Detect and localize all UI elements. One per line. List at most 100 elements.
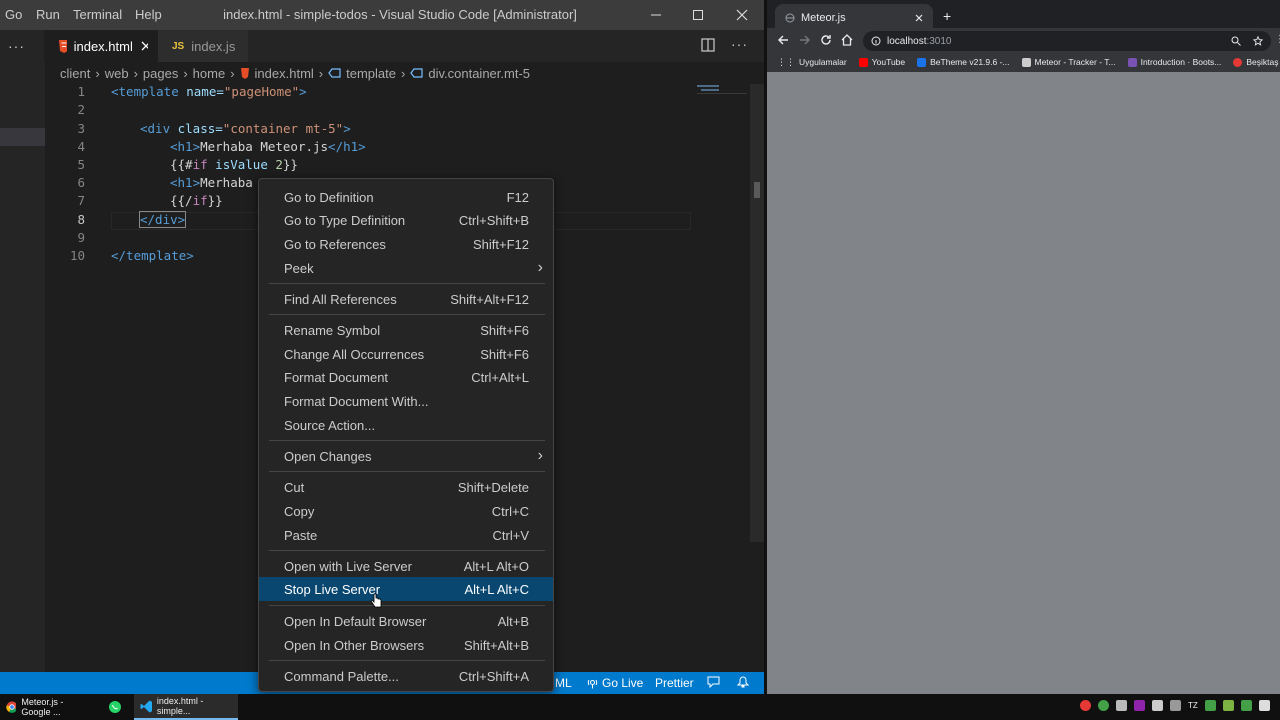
page-viewport[interactable]: [767, 72, 1280, 694]
tray-app-icon[interactable]: [1098, 700, 1109, 711]
menu-item-peek[interactable]: Peek ›: [259, 256, 553, 280]
menu-item-open-in-default-browser[interactable]: Open In Default Browser Alt+B: [259, 609, 553, 633]
close-icon: [736, 9, 748, 21]
new-tab-icon[interactable]: +: [943, 8, 951, 24]
breadcrumb-item[interactable]: index.html: [255, 66, 314, 81]
taskbar-vscode[interactable]: index.html - simple...: [134, 694, 238, 720]
chevron-right-icon: ›: [95, 65, 100, 81]
menu-item-open-with-live-server[interactable]: Open with Live Server Alt+L Alt+O: [259, 554, 553, 578]
tray-app-icon[interactable]: [1134, 700, 1145, 711]
close-tab-icon[interactable]: [141, 41, 148, 51]
menu-item-rename-symbol[interactable]: Rename Symbol Shift+F6: [259, 318, 553, 342]
editor-scrollbar[interactable]: [750, 84, 764, 542]
menu-run[interactable]: Run: [36, 7, 60, 22]
menu-item-command-palette[interactable]: Command Palette... Ctrl+Shift+A: [259, 664, 553, 688]
close-button[interactable]: [720, 0, 764, 30]
menu-item-stop-live-server[interactable]: Stop Live Server Alt+L Alt+C: [259, 577, 553, 601]
menu-terminal[interactable]: Terminal: [73, 7, 122, 22]
tray-app-icon[interactable]: [1222, 700, 1234, 711]
breadcrumb-item[interactable]: template: [346, 66, 396, 81]
menu-item-go-to-type-definition[interactable]: Go to Type Definition Ctrl+Shift+B: [259, 208, 553, 232]
editor-more-icon[interactable]: ···: [731, 36, 748, 52]
bookmark-apps[interactable]: ⋮⋮ Uygulamalar: [777, 57, 847, 68]
go-live-button[interactable]: Go Live: [587, 676, 643, 690]
menu-item-cut[interactable]: Cut Shift+Delete: [259, 475, 553, 499]
tray-app-icon[interactable]: [1204, 700, 1216, 711]
menu-separator: [269, 550, 545, 551]
maximize-button[interactable]: [676, 0, 720, 30]
home-icon[interactable]: [841, 34, 853, 46]
chevron-right-icon: ›: [318, 65, 324, 81]
besiktas-icon: [1233, 57, 1243, 67]
close-tab-icon[interactable]: [915, 14, 923, 22]
tray-app-icon[interactable]: [1170, 700, 1181, 711]
bookmark-betheme[interactable]: BeTheme v21.9.6 -...: [917, 57, 1010, 67]
meteor-icon: [1021, 57, 1031, 67]
tab-label: index.html: [73, 38, 133, 54]
bookmark-besiktas[interactable]: Beşiktaş Servis: [1233, 57, 1280, 67]
minimap[interactable]: [697, 84, 747, 94]
line-number: 4: [77, 139, 85, 154]
menu-item-go-to-definition[interactable]: Go to Definition F12: [259, 185, 553, 209]
breadcrumb-item[interactable]: div.container.mt-5: [428, 66, 530, 81]
menu-kebab-icon[interactable]: ⋮: [1275, 34, 1280, 45]
back-arrow-icon[interactable]: [777, 34, 789, 46]
breadcrumb-item[interactable]: pages: [143, 66, 178, 81]
bookmark-meteor-tracker[interactable]: Meteor - Tracker - T...: [1021, 57, 1116, 67]
breadcrumb-item[interactable]: web: [105, 66, 129, 81]
menu-help[interactable]: Help: [135, 7, 162, 22]
split-editor-icon[interactable]: [701, 38, 715, 55]
menu-separator: [269, 660, 545, 661]
line-number: 1: [77, 84, 85, 99]
breadcrumb: client › web › pages › home › index.html › te…: [60, 62, 530, 84]
minimize-button[interactable]: [634, 0, 678, 30]
bootstrap-icon: [1127, 57, 1137, 67]
taskbar-chrome[interactable]: Meteor.js - Google ...: [0, 694, 100, 720]
search-icon[interactable]: [1231, 36, 1241, 46]
menu-item-source-action[interactable]: Source Action...: [259, 413, 553, 437]
url-port: :3010: [926, 35, 952, 47]
menu-item-format-document[interactable]: Format Document Ctrl+Alt+L: [259, 365, 553, 389]
tab-index-js[interactable]: JS index.js: [158, 30, 248, 62]
menu-item-find-all-references[interactable]: Find All References Shift+Alt+F12: [259, 287, 553, 311]
submenu-arrow-icon: ›: [537, 447, 543, 464]
tray-app-icon[interactable]: [1116, 700, 1127, 711]
code-line: <div class="container mt-5">: [140, 121, 351, 136]
menu-item-open-in-other-browsers[interactable]: Open In Other Browsers Shift+Alt+B: [259, 633, 553, 657]
menu-item-change-all-occurrences[interactable]: Change All Occurrences Shift+F6: [259, 342, 553, 366]
bell-icon[interactable]: [737, 676, 749, 688]
menu-item-paste[interactable]: Paste Ctrl+V: [259, 523, 553, 547]
symbol-tag-icon: [328, 68, 341, 78]
menu-item-copy[interactable]: Copy Ctrl+C: [259, 499, 553, 523]
tray-app-icon[interactable]: [1080, 700, 1091, 711]
chrome-window: Meteor.js + localhost:3010 ⋮ ⋮⋮ Uygulamal…: [767, 0, 1280, 694]
menu-item-open-changes[interactable]: Open Changes ›: [259, 444, 553, 468]
menu-separator: [269, 314, 545, 315]
tray-text[interactable]: TZ: [1188, 701, 1198, 710]
tray-app-icon[interactable]: [1240, 700, 1252, 711]
tray-app-icon[interactable]: [1258, 700, 1270, 711]
language-mode[interactable]: ML: [555, 676, 572, 690]
bookmark-bootstrap[interactable]: Introduction · Boots...: [1127, 57, 1221, 67]
info-icon[interactable]: [871, 36, 881, 46]
line-number: 7: [77, 193, 85, 208]
menu-item-go-to-references[interactable]: Go to References Shift+F12: [259, 232, 553, 256]
address-bar[interactable]: localhost:3010: [863, 31, 1271, 51]
html-file-icon: [240, 67, 249, 79]
prettier-button[interactable]: Prettier: [655, 676, 694, 690]
hand-cursor-icon: [370, 593, 382, 608]
tab-index-html[interactable]: index.html: [44, 30, 158, 62]
forward-arrow-icon[interactable]: [799, 34, 811, 46]
taskbar-whatsapp[interactable]: [102, 694, 132, 720]
reload-icon[interactable]: [820, 34, 832, 46]
breadcrumb-item[interactable]: client: [60, 66, 90, 81]
breadcrumb-item[interactable]: home: [193, 66, 226, 81]
feedback-icon[interactable]: [707, 676, 720, 688]
scrollbar-thumb[interactable]: [754, 182, 760, 198]
menu-go[interactable]: Go: [5, 7, 22, 22]
bookmark-youtube[interactable]: YouTube: [858, 57, 905, 67]
menu-item-format-document-with[interactable]: Format Document With...: [259, 389, 553, 413]
tray-app-icon[interactable]: [1152, 700, 1163, 711]
star-icon[interactable]: [1253, 36, 1263, 46]
more-actions-icon[interactable]: ···: [8, 38, 25, 54]
